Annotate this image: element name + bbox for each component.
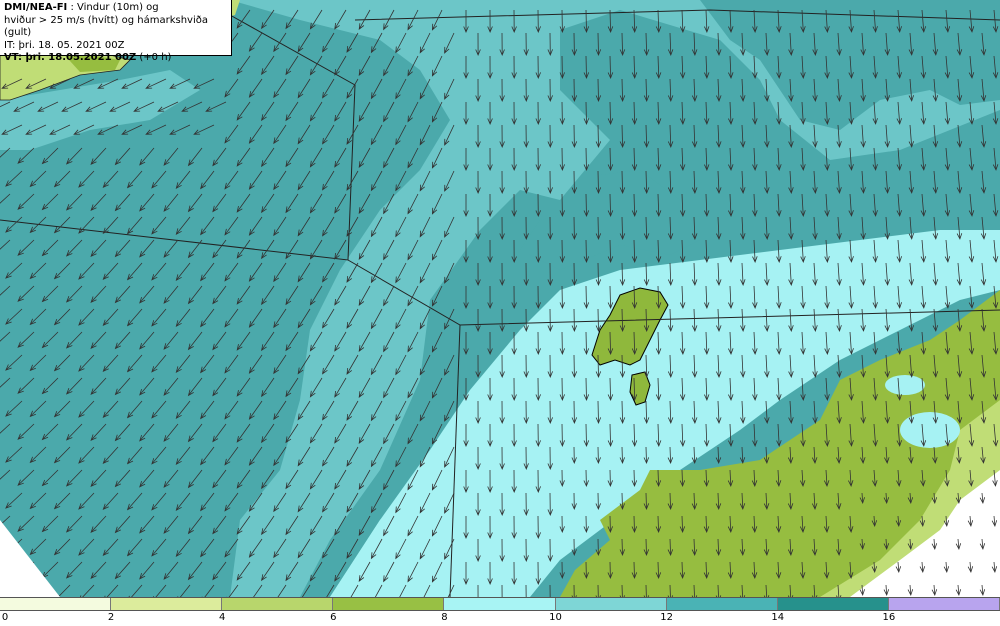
legend-swatch	[0, 598, 112, 610]
valid-time: VT: þri. 18.05.2021 00Z	[4, 52, 137, 63]
legend-tick-label: 12	[660, 612, 674, 623]
legend-swatch	[888, 598, 1000, 610]
legend-tick-label: 0	[1, 612, 9, 623]
legend-ticks: 0 2 4 6 8 10 12 14 16	[0, 611, 1000, 626]
legend-tick-label: 2	[107, 612, 115, 623]
title-rest: : Vindur (10m) og	[67, 2, 159, 13]
cyan-patch-1	[885, 375, 925, 395]
legend-swatch	[666, 598, 778, 610]
legend-tick-label: 8	[441, 612, 448, 623]
valid-time-line: VT: þri. 18.05.2021 00Z (+0 h)	[4, 52, 227, 65]
legend-swatch	[777, 598, 889, 610]
legend-swatch	[333, 598, 445, 610]
legend-bar	[0, 597, 1000, 611]
cyan-patch-2	[900, 412, 960, 448]
map-info-box: DMI/NEA-FI : Vindur (10m) og hviður > 25…	[0, 0, 232, 63]
color-legend: 0 2 4 6 8 10 12 14 16	[0, 597, 1000, 626]
legend-swatch	[111, 598, 223, 610]
legend-tick-label: 4	[219, 612, 226, 623]
legend-tick-label: 14	[771, 612, 785, 623]
wind-map[interactable]	[0, 0, 1000, 597]
title-line: DMI/NEA-FI : Vindur (10m) og	[4, 2, 227, 15]
legend-tick-label: 10	[549, 612, 562, 623]
legend-tick-label: 16	[882, 612, 896, 623]
legend-swatch	[555, 598, 667, 610]
subtitle-line: hviður > 25 m/s (hvítt) og hámarkshviða …	[4, 14, 208, 39]
model-name: DMI/NEA-FI	[4, 2, 68, 13]
legend-swatch	[222, 598, 334, 610]
init-time: IT: þri. 18. 05. 2021 00Z	[4, 39, 125, 51]
legend-tick-label: 6	[330, 612, 337, 623]
lead-time: (+0 h)	[136, 52, 172, 63]
legend-swatch	[444, 598, 556, 610]
